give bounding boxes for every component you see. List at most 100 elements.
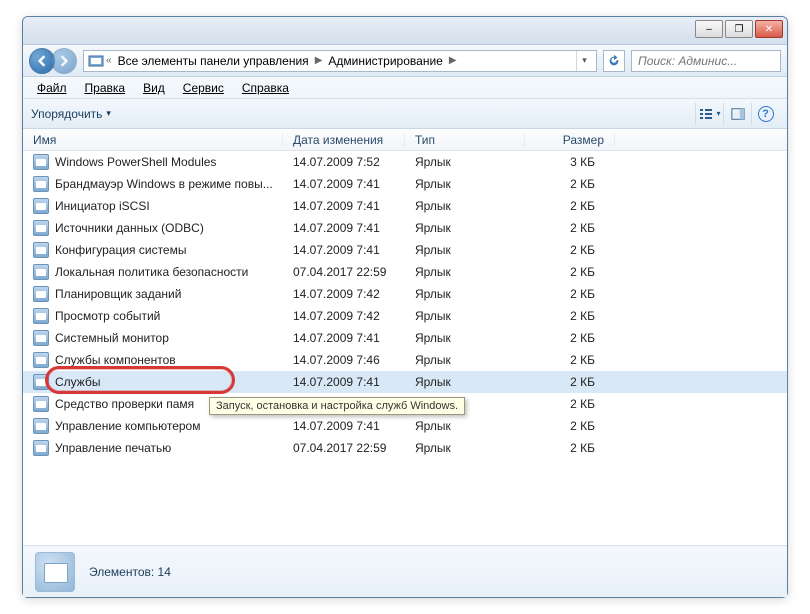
navbar: « Все элементы панели управления ▶ Админ…	[23, 45, 787, 77]
item-date: 14.07.2009 7:41	[283, 243, 405, 257]
item-name: Инициатор iSCSI	[55, 199, 150, 213]
toolbar: Упорядочить ▾ ▾ ?	[23, 99, 787, 129]
item-name: Windows PowerShell Modules	[55, 155, 216, 169]
file-list[interactable]: Windows PowerShell Modules 14.07.2009 7:5…	[23, 151, 787, 459]
item-name: Просмотр событий	[55, 309, 160, 323]
chevron-right-icon: ▶	[315, 55, 323, 66]
shortcut-icon	[33, 352, 49, 368]
shortcut-icon	[33, 330, 49, 346]
refresh-button[interactable]	[603, 50, 625, 72]
list-item[interactable]: Просмотр событий14.07.2009 7:42Ярлык2 КБ	[23, 305, 787, 327]
breadcrumb-seg-admin[interactable]: Администрирование	[322, 54, 448, 68]
item-name: Брандмауэр Windows в режиме повы...	[55, 177, 273, 191]
minimize-button[interactable]: –	[695, 20, 723, 38]
nav-forward-button[interactable]	[51, 48, 77, 74]
menu-edit[interactable]: Правка	[77, 79, 134, 97]
column-name[interactable]: Имя	[23, 133, 283, 147]
item-size: 2 КБ	[525, 221, 615, 235]
item-size: 2 КБ	[525, 441, 615, 455]
list-item[interactable]: Службы14.07.2009 7:41Ярлык2 КБ	[23, 371, 787, 393]
item-size: 2 КБ	[525, 287, 615, 301]
item-type: Ярлык	[405, 353, 525, 367]
preview-pane-button[interactable]	[723, 103, 751, 125]
list-item[interactable]: Брандмауэр Windows в режиме повы... 14.07…	[23, 173, 787, 195]
maximize-button[interactable]: ❐	[725, 20, 753, 38]
folder-stat-icon	[35, 552, 75, 592]
menu-view[interactable]: Вид	[135, 79, 173, 97]
item-date: 14.07.2009 7:52	[283, 155, 405, 169]
item-type: Ярлык	[405, 375, 525, 389]
item-date: 14.07.2009 7:41	[283, 199, 405, 213]
item-type: Ярлык	[405, 221, 525, 235]
menu-help[interactable]: Справка	[234, 79, 297, 97]
item-name: Управление компьютером	[55, 419, 200, 433]
column-headers[interactable]: Имя Дата изменения Тип Размер	[23, 129, 787, 151]
column-date[interactable]: Дата изменения	[283, 133, 405, 147]
item-type: Ярлык	[405, 177, 525, 191]
menu-tools[interactable]: Сервис	[175, 79, 232, 97]
shortcut-icon	[33, 264, 49, 280]
item-date: 07.04.2017 22:59	[283, 265, 405, 279]
list-item[interactable]: Инициатор iSCSI14.07.2009 7:41Ярлык2 КБ	[23, 195, 787, 217]
list-item[interactable]: Локальная политика безопасности 07.04.201…	[23, 261, 787, 283]
close-button[interactable]: ✕	[755, 20, 783, 38]
shortcut-icon	[33, 220, 49, 236]
shortcut-icon	[33, 286, 49, 302]
list-item[interactable]: Windows PowerShell Modules 14.07.2009 7:5…	[23, 151, 787, 173]
shortcut-icon	[33, 440, 49, 456]
item-size: 2 КБ	[525, 331, 615, 345]
menubar: Файл Правка Вид Сервис Справка	[23, 77, 787, 99]
item-type: Ярлык	[405, 419, 525, 433]
explorer-window: – ❐ ✕ « Все элементы панели управления ▶…	[22, 16, 788, 598]
titlebar[interactable]: – ❐ ✕	[23, 17, 787, 45]
menu-file[interactable]: Файл	[29, 79, 75, 97]
item-date: 14.07.2009 7:41	[283, 331, 405, 345]
list-item[interactable]: Конфигурация системы 14.07.2009 7:41Ярлык…	[23, 239, 787, 261]
shortcut-icon	[33, 308, 49, 324]
item-size: 2 КБ	[525, 397, 615, 411]
column-size[interactable]: Размер	[525, 133, 615, 147]
list-item[interactable]: Источники данных (ODBC)14.07.2009 7:41Яр…	[23, 217, 787, 239]
shortcut-icon	[33, 176, 49, 192]
list-item[interactable]: Службы компонентов 14.07.2009 7:46Ярлык2 …	[23, 349, 787, 371]
item-size: 2 КБ	[525, 309, 615, 323]
item-size: 2 КБ	[525, 353, 615, 367]
column-type[interactable]: Тип	[405, 133, 525, 147]
shortcut-icon	[33, 418, 49, 434]
item-type: Ярлык	[405, 331, 525, 345]
list-item[interactable]: Планировщик заданий14.07.2009 7:42Ярлык2…	[23, 283, 787, 305]
chevron-down-icon: ▾	[106, 108, 111, 119]
item-date: 14.07.2009 7:41	[283, 419, 405, 433]
item-date: 14.07.2009 7:41	[283, 375, 405, 389]
item-size: 2 КБ	[525, 177, 615, 191]
item-name: Управление печатью	[55, 441, 171, 455]
organize-button[interactable]: Упорядочить ▾	[31, 107, 111, 121]
breadcrumb[interactable]: « Все элементы панели управления ▶ Админ…	[83, 50, 597, 72]
item-size: 2 КБ	[525, 419, 615, 433]
item-size: 2 КБ	[525, 243, 615, 257]
item-date: 14.07.2009 7:46	[283, 353, 405, 367]
shortcut-icon	[33, 396, 49, 412]
search-input[interactable]	[631, 50, 781, 72]
statusbar: Элементов: 14	[23, 545, 787, 597]
item-size: 2 КБ	[525, 375, 615, 389]
item-date: 14.07.2009 7:41	[283, 177, 405, 191]
item-date: 14.07.2009 7:42	[283, 309, 405, 323]
breadcrumb-seg-control-panel[interactable]: Все элементы панели управления	[112, 54, 315, 68]
item-name: Службы компонентов	[55, 353, 176, 367]
list-item[interactable]: Управление компьютером 14.07.2009 7:41Ярл…	[23, 415, 787, 437]
list-item[interactable]: Управление печатью07.04.2017 22:59Ярлык2…	[23, 437, 787, 459]
help-button[interactable]: ?	[751, 103, 779, 125]
shortcut-icon	[33, 154, 49, 170]
shortcut-icon	[33, 242, 49, 258]
list-item[interactable]: Системный монитор14.07.2009 7:41Ярлык2 К…	[23, 327, 787, 349]
item-type: Ярлык	[405, 155, 525, 169]
item-name: Локальная политика безопасности	[55, 265, 248, 279]
breadcrumb-dropdown[interactable]: ▾	[576, 51, 592, 71]
item-name: Конфигурация системы	[55, 243, 186, 257]
item-type: Ярлык	[405, 441, 525, 455]
chevron-right-icon: ▶	[449, 55, 457, 66]
item-name: Средство проверки памя	[55, 397, 194, 411]
item-type: Ярлык	[405, 243, 525, 257]
view-mode-button[interactable]: ▾	[695, 103, 723, 125]
